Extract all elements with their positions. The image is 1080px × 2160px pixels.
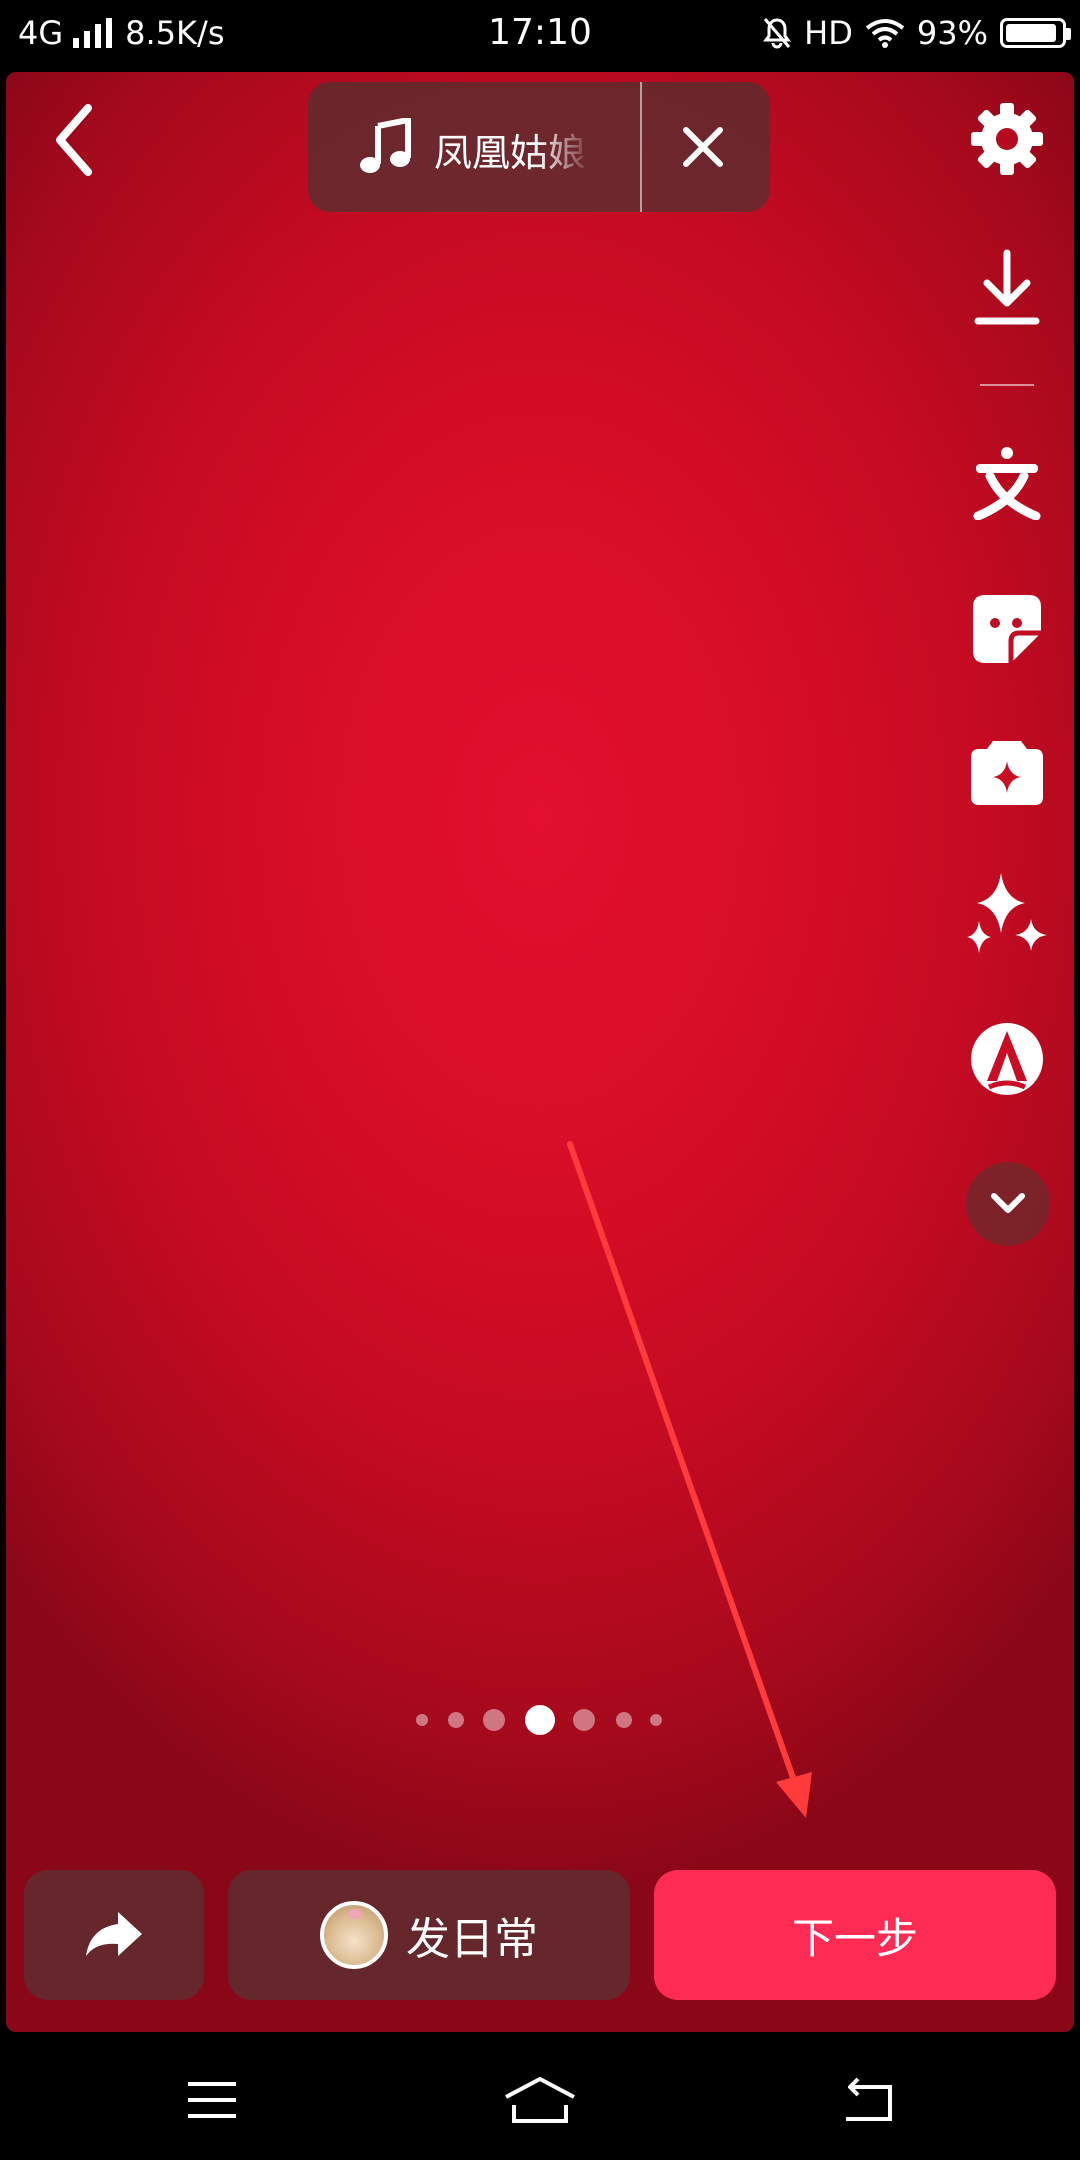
menu-icon: [188, 2082, 236, 2118]
page-dot: [616, 1712, 632, 1728]
back-nav-button[interactable]: [820, 2070, 916, 2130]
share-button[interactable]: [24, 1870, 204, 2000]
post-daily-label: 发日常: [406, 1914, 538, 1965]
navigation-bar: [0, 2040, 1080, 2160]
return-icon: [846, 2077, 892, 2121]
post-daily-button[interactable]: 发日常: [228, 1870, 630, 2000]
page-dot-active: [525, 1705, 555, 1735]
page-dot: [650, 1714, 662, 1726]
page-dot: [448, 1712, 464, 1728]
share-icon: [86, 1912, 142, 1956]
page-dot: [416, 1714, 428, 1726]
avatar-bow: [348, 1909, 362, 1919]
page-dot: [573, 1709, 595, 1731]
annotation-arrow: [567, 1141, 812, 1818]
page-dot: [483, 1709, 505, 1731]
page-indicator: [0, 1700, 1080, 1740]
avatar: [320, 1901, 388, 1969]
next-button[interactable]: 下一步: [654, 1870, 1056, 2000]
menu-nav-button[interactable]: [164, 2070, 260, 2130]
home-nav-button[interactable]: [492, 2070, 588, 2130]
home-icon: [505, 2077, 575, 2123]
